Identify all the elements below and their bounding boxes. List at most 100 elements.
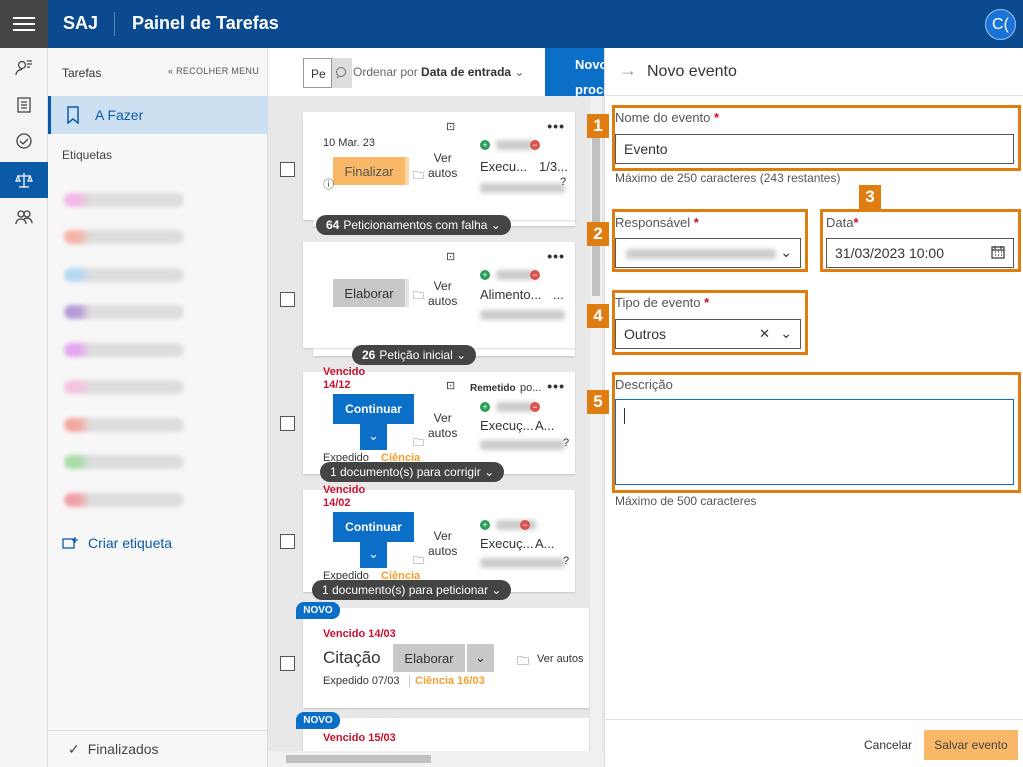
collapse-menu-button[interactable]: « RECOLHER MENU [168, 66, 259, 76]
card-title: Citação [323, 648, 381, 667]
brand-logo[interactable]: SAJ [63, 13, 98, 34]
sidebar-item-a-fazer[interactable]: A Fazer [48, 96, 268, 134]
autos: autos [428, 294, 458, 308]
ver-autos-link[interactable]: Ver autos [428, 151, 457, 181]
task-checkbox[interactable] [280, 656, 295, 671]
label-item[interactable] [64, 305, 184, 319]
label-item[interactable] [64, 193, 184, 207]
task-checkbox[interactable] [280, 292, 295, 307]
hamburger-menu-icon[interactable] [0, 0, 48, 48]
chevron-down-icon[interactable]: ⌄ [467, 644, 494, 672]
card-text: A... [535, 418, 555, 433]
label-item[interactable] [64, 343, 184, 357]
create-label-button[interactable]: Criar etiqueta [62, 535, 172, 551]
elaborar-button[interactable]: Elaborar [393, 644, 465, 672]
task-list: Pe Ordenar por Data de entrada ⌄ Novo pr… [268, 48, 604, 767]
redacted-field [496, 520, 536, 530]
card-text: A... [535, 536, 555, 551]
autos: autos [428, 426, 458, 440]
more-options-icon[interactable]: ••• [547, 118, 565, 134]
add-icon[interactable]: + [480, 270, 490, 280]
redacted-field [480, 183, 565, 193]
group-pill[interactable]: 1 documento(s) para peticionar ⌄ [312, 580, 512, 600]
task-card[interactable]: Vencido 14/02 Continuar ⌄ 🗀 Ver autos + −… [303, 484, 575, 592]
search-input[interactable]: Pe [303, 58, 332, 88]
more-options-icon[interactable]: ••• [547, 248, 565, 264]
user-tasks-icon[interactable] [0, 50, 48, 86]
finalizar-button[interactable]: Finalizar [333, 157, 405, 185]
finished-label: Finalizados [87, 741, 159, 757]
handshake-icon[interactable] [0, 123, 48, 159]
vertical-scrollbar[interactable] [590, 96, 602, 751]
ver-autos-link[interactable]: Ver autos [428, 279, 457, 309]
more-options-icon[interactable]: ••• [547, 378, 565, 394]
label-item[interactable] [64, 455, 184, 469]
remove-icon[interactable]: − [530, 402, 540, 412]
ver-autos-link[interactable]: Ver autos [428, 529, 457, 559]
save-event-button[interactable]: Salvar evento [924, 730, 1018, 760]
remove-icon[interactable]: − [530, 140, 540, 150]
label-item[interactable] [64, 418, 184, 432]
ver: Ver [433, 279, 452, 293]
task-checkbox[interactable] [280, 162, 295, 177]
chevron-down-icon[interactable]: ⌄ [360, 540, 387, 568]
search-icon[interactable] [332, 58, 352, 88]
task-card[interactable]: Vencido 14/03 Citação Elaborar ⌄ 🗀 Ver a… [303, 608, 589, 708]
clipboard-icon[interactable] [0, 86, 48, 122]
avatar[interactable]: C( [985, 9, 1016, 40]
cancel-button[interactable]: Cancelar [864, 738, 912, 752]
label-item[interactable] [64, 268, 184, 282]
new-event-panel: → Novo evento 1 Nome do evento * Evento … [587, 48, 1023, 767]
folder-icon: 🗀 [413, 437, 424, 449]
autos: autos [428, 544, 458, 558]
elaborar-button[interactable]: Elaborar [333, 279, 405, 307]
ver-autos-link[interactable]: Ver autos [428, 411, 457, 441]
clear-icon[interactable]: ✕ [759, 326, 770, 342]
scale-justice-icon[interactable] [0, 162, 48, 198]
card-text: 1/3... [539, 159, 568, 174]
panel-footer: Cancelar Salvar evento [605, 719, 1023, 767]
calendar-icon[interactable] [991, 245, 1005, 262]
task-card[interactable]: Vencido 14/12 Continuar ⌄ 🗀 Ver autos ⊡ R… [303, 366, 575, 474]
continuar-button[interactable]: Continuar [333, 512, 414, 542]
continuar-button[interactable]: Continuar [333, 394, 414, 424]
step-badge: 2 [587, 222, 609, 246]
description-textarea[interactable] [615, 399, 1014, 485]
date-label: Data [826, 215, 854, 230]
add-icon[interactable]: + [480, 402, 490, 412]
scroll-thumb[interactable] [286, 755, 431, 763]
team-icon[interactable] [0, 199, 48, 235]
event-type-select[interactable]: Outros ✕ ⌄ [615, 319, 801, 349]
label-item[interactable] [64, 493, 184, 507]
date-input[interactable]: 31/03/2023 10:00 [826, 238, 1014, 268]
responsible-select[interactable]: ⌄ [615, 238, 801, 268]
ver-autos-link[interactable]: Ver autos [537, 653, 583, 665]
chevron-down-icon[interactable]: ⌄ [360, 422, 387, 450]
task-card[interactable]: 10 Mar. 23 Finalizar 🗀 Ver autos ⊡ + − Ex… [303, 112, 575, 220]
task-card[interactable]: Elaborar 🗀 Ver autos ⊡ + − Alimento... ..… [303, 242, 575, 348]
finished-item[interactable]: ✓ Finalizados [48, 730, 268, 767]
label-item[interactable] [64, 380, 184, 394]
add-icon[interactable]: + [480, 140, 490, 150]
remove-icon[interactable]: − [520, 520, 530, 530]
group-pill[interactable]: 64 Peticionamentos com falha ⌄ [316, 215, 511, 235]
task-checkbox[interactable] [280, 416, 295, 431]
group-pill[interactable]: 1 documento(s) para corrigir ⌄ [320, 462, 505, 482]
remove-icon[interactable]: − [530, 270, 540, 280]
arrow-right-icon[interactable]: → [619, 60, 637, 81]
card-text: Execuç... [480, 536, 534, 551]
text-cursor [624, 408, 625, 424]
divider [114, 12, 115, 36]
novo-processo-button[interactable]: Novo processo [545, 48, 604, 97]
card-text: ... [553, 287, 564, 302]
folder-icon: 🗀 [517, 654, 530, 668]
order-by-dropdown[interactable]: Ordenar por Data de entrada ⌄ [353, 65, 524, 79]
chevron-down-icon[interactable]: ⌄ [780, 325, 792, 342]
group-pill[interactable]: 26 Petição inicial ⌄ [352, 345, 477, 365]
add-icon[interactable]: + [480, 520, 490, 530]
event-name-input[interactable]: Evento [615, 134, 1014, 164]
task-checkbox[interactable] [280, 534, 295, 549]
horizontal-scrollbar[interactable] [268, 751, 604, 767]
scroll-thumb[interactable] [592, 116, 600, 296]
label-item[interactable] [64, 230, 184, 244]
